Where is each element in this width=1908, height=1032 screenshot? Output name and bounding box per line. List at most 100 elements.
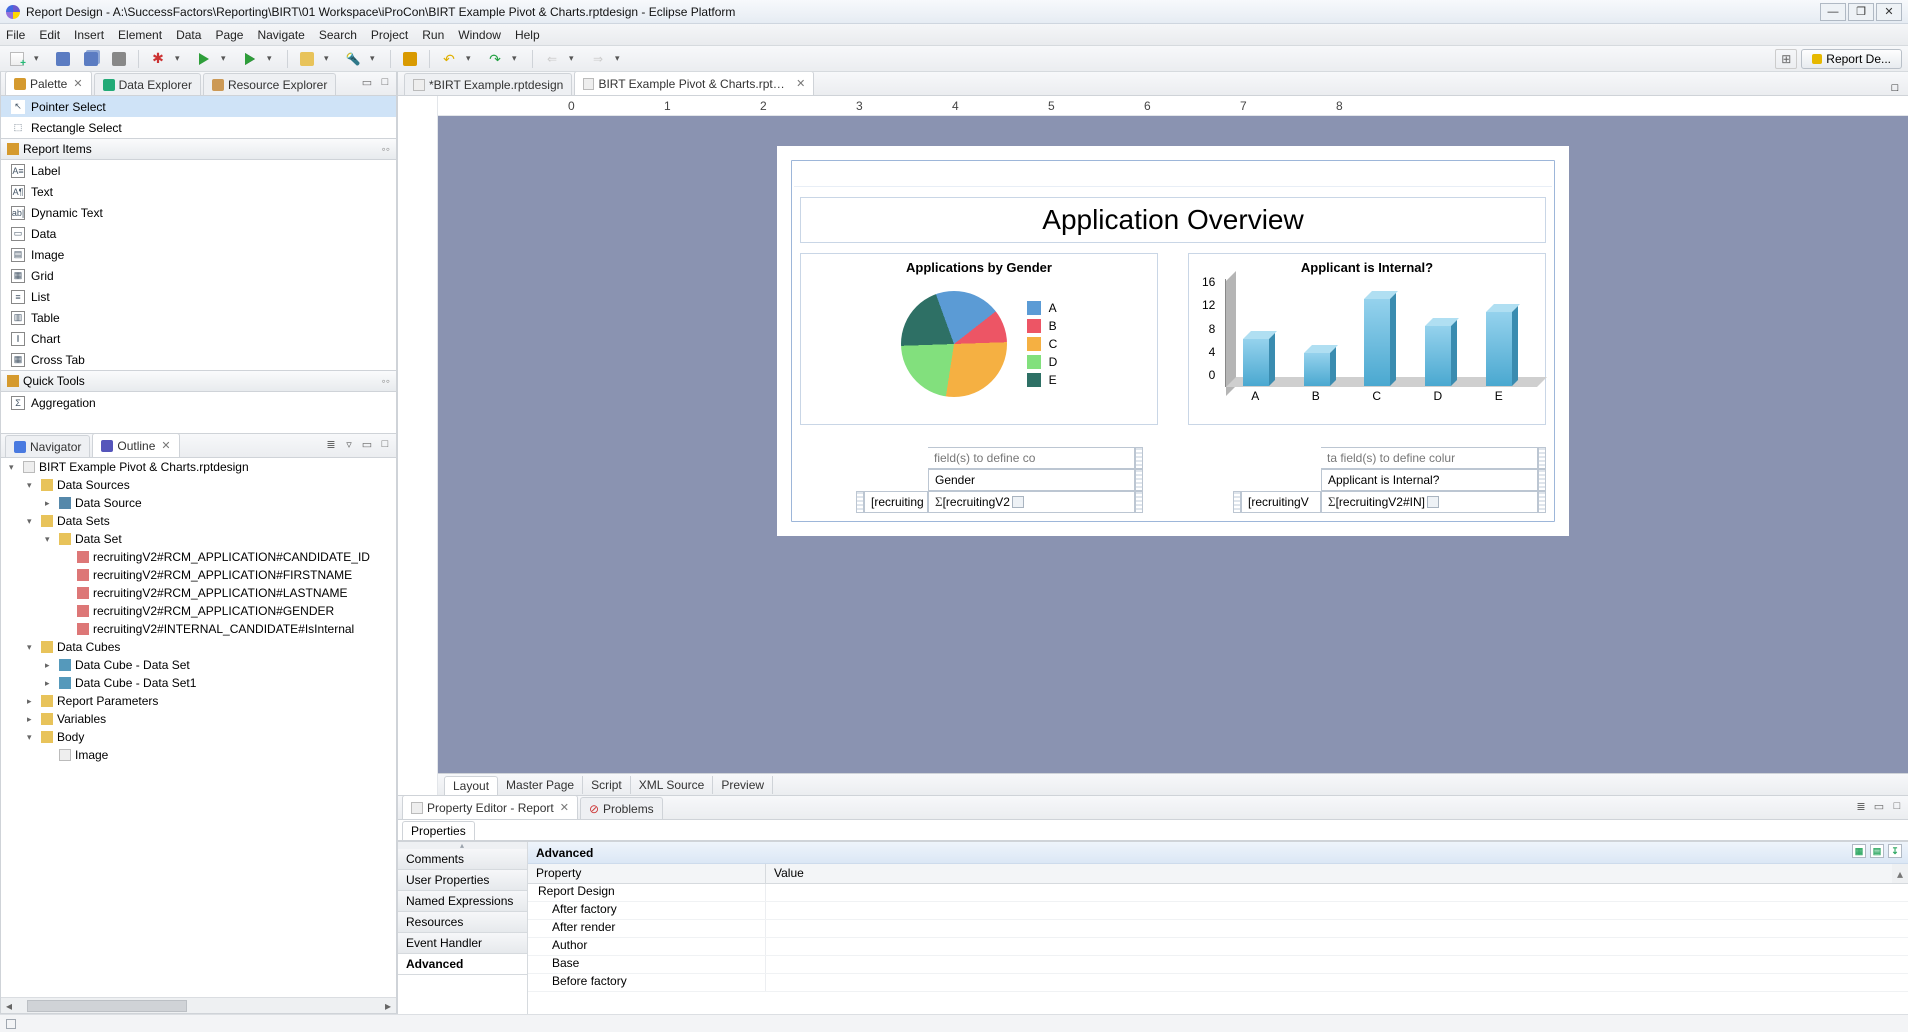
- undo-dropdown[interactable]: ▾: [466, 53, 478, 64]
- save-all-button[interactable]: [80, 49, 102, 69]
- alpha-sort-toggle[interactable]: ↧: [1888, 844, 1902, 858]
- menu-data[interactable]: Data: [176, 28, 201, 42]
- scroll-up-icon[interactable]: ▴: [1892, 864, 1908, 883]
- outline-dropdown-icon[interactable]: ▿: [342, 437, 356, 451]
- tree-root[interactable]: ▾BIRT Example Pivot & Charts.rptdesign: [1, 458, 396, 476]
- tree-item[interactable]: ▾Data Sets: [1, 512, 396, 530]
- menu-insert[interactable]: Insert: [74, 28, 104, 42]
- close-button[interactable]: ✕: [1876, 3, 1902, 21]
- property-row[interactable]: After render: [528, 920, 1908, 938]
- property-value[interactable]: [766, 938, 1908, 955]
- menu-window[interactable]: Window: [458, 28, 501, 42]
- palette-chart[interactable]: ⫾Chart: [1, 328, 396, 349]
- undo-button[interactable]: ↶: [438, 49, 460, 69]
- back-button[interactable]: ⇐: [541, 49, 563, 69]
- property-row[interactable]: Report Design: [528, 884, 1908, 902]
- tab-problems[interactable]: ⊘Problems: [580, 797, 663, 819]
- run-button[interactable]: [193, 49, 215, 69]
- cat-comments[interactable]: Comments: [398, 849, 527, 870]
- palette-section-quick-tools[interactable]: Quick Tools◦◦: [1, 370, 396, 392]
- minimize-button[interactable]: —: [1820, 3, 1846, 21]
- crosstab-aggregate[interactable]: [recruitingV2: [928, 491, 1135, 513]
- back-dropdown[interactable]: ▾: [569, 53, 581, 64]
- tree-item[interactable]: recruitingV2#RCM_APPLICATION#LASTNAME: [1, 584, 396, 602]
- palette-dynamic-text[interactable]: ab|Dynamic Text: [1, 202, 396, 223]
- property-row[interactable]: Base: [528, 956, 1908, 974]
- menu-element[interactable]: Element: [118, 28, 162, 42]
- collapse-icon[interactable]: ◦◦: [381, 142, 390, 156]
- property-row[interactable]: After factory: [528, 902, 1908, 920]
- close-icon[interactable]: ✕: [161, 439, 170, 452]
- palette-table[interactable]: ▥Table: [1, 307, 396, 328]
- outline-scrollbar[interactable]: ◂▸: [1, 997, 396, 1013]
- tab-data-explorer[interactable]: Data Explorer: [94, 73, 201, 95]
- cat-user-properties[interactable]: User Properties: [398, 870, 527, 891]
- palette-data[interactable]: ▭Data: [1, 223, 396, 244]
- property-row[interactable]: Before factory: [528, 974, 1908, 992]
- palette-label[interactable]: A≡Label: [1, 160, 396, 181]
- palette-image[interactable]: ▤Image: [1, 244, 396, 265]
- tree-item[interactable]: ▾Body: [1, 728, 396, 746]
- close-icon[interactable]: ✕: [73, 77, 82, 90]
- tree-item[interactable]: recruitingV2#INTERNAL_CANDIDATE#IsIntern…: [1, 620, 396, 638]
- menu-run[interactable]: Run: [422, 28, 444, 42]
- perspective-report-design[interactable]: Report De...: [1801, 49, 1902, 69]
- design-canvas[interactable]: Application Overview Applications by Gen…: [438, 116, 1908, 773]
- maximize-view-icon[interactable]: □: [1890, 799, 1904, 813]
- maximize-editor-icon[interactable]: □: [1888, 81, 1902, 95]
- tree-item[interactable]: ▾Data Cubes: [1, 638, 396, 656]
- debug-dropdown[interactable]: ▾: [175, 53, 187, 64]
- minimize-view-icon[interactable]: ▭: [360, 437, 374, 451]
- property-grid[interactable]: Report DesignAfter factoryAfter renderAu…: [528, 884, 1908, 1014]
- property-value[interactable]: [766, 974, 1908, 991]
- tab-outline[interactable]: Outline✕: [92, 433, 179, 457]
- open-perspective-button[interactable]: ⊞: [1775, 49, 1797, 69]
- menu-edit[interactable]: Edit: [39, 28, 60, 42]
- open-resource-button[interactable]: [296, 49, 318, 69]
- property-value[interactable]: [766, 884, 1908, 901]
- chart-applications-by-gender[interactable]: Applications by Gender ABCDE: [800, 253, 1158, 425]
- tab-master-page[interactable]: Master Page: [498, 776, 583, 794]
- tree-item[interactable]: recruitingV2#RCM_APPLICATION#GENDER: [1, 602, 396, 620]
- palette-rectangle-select[interactable]: ⬚Rectangle Select: [1, 117, 396, 138]
- cat-event-handler[interactable]: Event Handler: [398, 933, 527, 954]
- subtab-properties[interactable]: Properties: [402, 821, 475, 840]
- palette-section-report-items[interactable]: Report Items◦◦: [1, 138, 396, 160]
- redo-button[interactable]: ↷: [484, 49, 506, 69]
- tab-xml-source[interactable]: XML Source: [631, 776, 714, 794]
- crosstab-aggregate[interactable]: [recruitingV2#IN]: [1321, 491, 1538, 513]
- crosstab-measure[interactable]: [recruiting: [864, 491, 928, 513]
- tab-palette[interactable]: Palette✕: [5, 71, 92, 95]
- pin-button[interactable]: [399, 49, 421, 69]
- tree-item[interactable]: ▸Data Source: [1, 494, 396, 512]
- menu-navigate[interactable]: Navigate: [257, 28, 304, 42]
- palette-cross-tab[interactable]: ▦Cross Tab: [1, 349, 396, 370]
- editor-tab-1[interactable]: BIRT Example Pivot & Charts.rptdesign✕: [574, 71, 814, 95]
- menu-project[interactable]: Project: [371, 28, 408, 42]
- tree-item[interactable]: ▾Data Sources: [1, 476, 396, 494]
- close-icon[interactable]: ✕: [560, 801, 569, 814]
- external-dropdown[interactable]: ▾: [267, 53, 279, 64]
- menu-page[interactable]: Page: [215, 28, 243, 42]
- tab-script[interactable]: Script: [583, 776, 631, 794]
- chart-applicant-is-internal[interactable]: Applicant is Internal? 1612840 ABCDE: [1188, 253, 1546, 425]
- palette-pointer-select[interactable]: ↖Pointer Select: [1, 96, 396, 117]
- forward-dropdown[interactable]: ▾: [615, 53, 627, 64]
- minimize-view-icon[interactable]: ▭: [360, 75, 374, 89]
- redo-dropdown[interactable]: ▾: [512, 53, 524, 64]
- property-value[interactable]: [766, 902, 1908, 919]
- view-menu-icon[interactable]: ≣: [1854, 799, 1868, 813]
- tree-item[interactable]: ▾Data Set: [1, 530, 396, 548]
- palette-grid[interactable]: ▦Grid: [1, 265, 396, 286]
- crosstab-dimension[interactable]: Applicant is Internal?: [1321, 469, 1538, 491]
- tab-layout[interactable]: Layout: [444, 776, 498, 795]
- col-property[interactable]: Property: [528, 864, 766, 883]
- property-value[interactable]: [766, 956, 1908, 973]
- crosstab-dimension[interactable]: Gender: [928, 469, 1135, 491]
- report-page[interactable]: Application Overview Applications by Gen…: [777, 146, 1569, 536]
- report-title[interactable]: Application Overview: [800, 197, 1546, 243]
- tree-item[interactable]: ▸Data Cube - Data Set: [1, 656, 396, 674]
- print-button[interactable]: [108, 49, 130, 69]
- property-row[interactable]: Author: [528, 938, 1908, 956]
- cat-named-expressions[interactable]: Named Expressions: [398, 891, 527, 912]
